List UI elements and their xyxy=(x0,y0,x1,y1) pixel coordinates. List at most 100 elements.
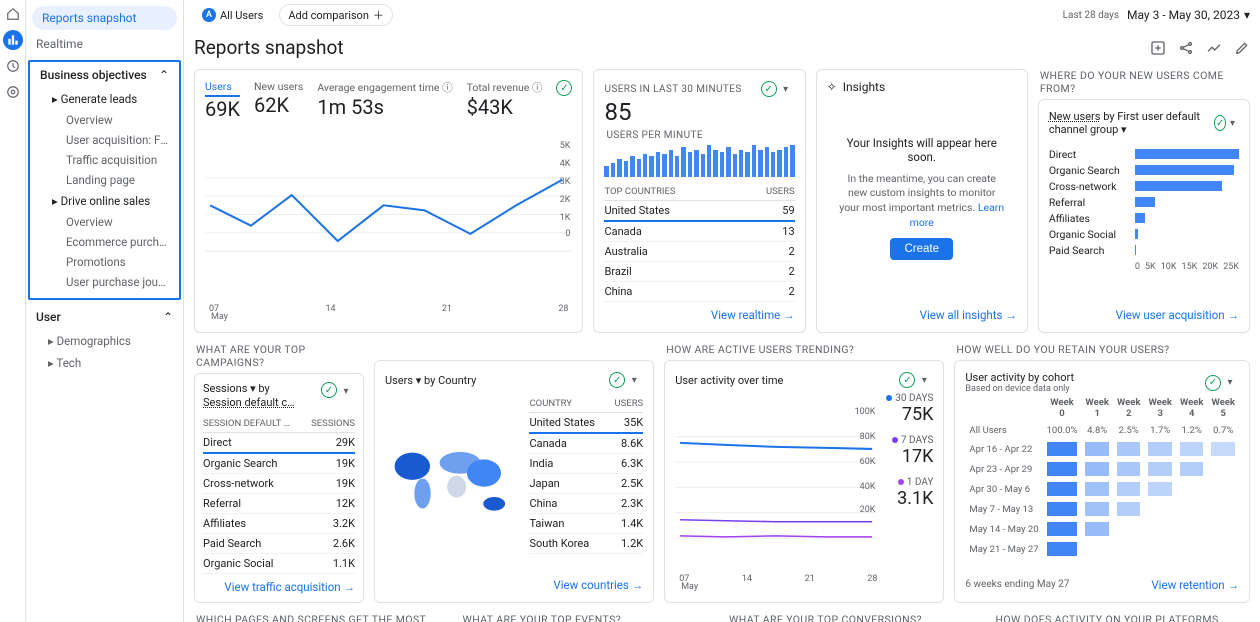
sidebar-dos-overview[interactable]: Overview xyxy=(30,212,179,232)
customize-icon[interactable] xyxy=(1150,40,1166,56)
icon-rail xyxy=(0,0,26,622)
share-icon[interactable] xyxy=(1178,40,1194,56)
table-row[interactable]: Paid Search2.6K xyxy=(203,534,355,554)
card-menu-button[interactable] xyxy=(625,371,643,389)
stat-users-label[interactable]: Users xyxy=(205,80,240,97)
home-icon[interactable] xyxy=(3,4,23,24)
table-row[interactable]: Australia2 xyxy=(604,242,794,262)
users-per-minute-chart xyxy=(604,145,794,177)
cohort-heatmap: Week 0Week 1Week 2Week 3Week 4Week 5All … xyxy=(965,394,1239,559)
sidebar-business-objectives[interactable]: Business objectives ⌃ xyxy=(30,62,179,88)
card-menu-button[interactable] xyxy=(337,382,355,400)
date-range-picker[interactable]: Last 28 days May 3 - May 30, 2023 ▾ xyxy=(1063,8,1250,22)
table-row[interactable]: Canada13 xyxy=(604,222,794,242)
sidebar-tech[interactable]: ▸ Tech xyxy=(26,352,183,374)
realtime-card: USERS IN LAST 30 MINUTES 85 USERS PER MI… xyxy=(593,69,805,333)
view-traffic-acquisition-link[interactable]: View traffic acquisition xyxy=(224,580,355,594)
page-title-row: Reports snapshot xyxy=(184,30,1260,69)
stat-engagement-label[interactable]: Average engagement time ⓘ xyxy=(317,80,452,95)
reports-icon[interactable] xyxy=(3,30,23,50)
overview-line-chart: 5K 4K 3K 2K 1K 0 xyxy=(205,129,572,302)
sidebar-gl-traffic-acq[interactable]: Traffic acquisition xyxy=(30,150,179,170)
chevron-up-icon: ⌃ xyxy=(163,310,173,324)
sidebar-user[interactable]: User ⌃ xyxy=(26,304,183,330)
sparkle-icon: ✧ xyxy=(827,80,837,94)
view-user-acquisition-link[interactable]: View user acquisition xyxy=(1116,308,1239,322)
table-row[interactable]: Japan2.5K xyxy=(529,474,643,494)
table-row[interactable]: Referral12K xyxy=(203,494,355,514)
table-row[interactable]: China2 xyxy=(604,282,794,302)
view-countries-link[interactable]: View countries xyxy=(553,578,643,592)
table-row[interactable]: Taiwan1.4K xyxy=(529,514,643,534)
cohort-card: User activity by cohort Based on device … xyxy=(954,360,1250,603)
page-title: Reports snapshot xyxy=(194,36,344,59)
sidebar-dos-promotions[interactable]: Promotions xyxy=(30,252,179,272)
table-row[interactable]: Brazil2 xyxy=(604,262,794,282)
sidebar-gl-landing[interactable]: Landing page xyxy=(30,170,179,190)
table-row[interactable]: Direct29K xyxy=(203,433,355,454)
explore-icon[interactable] xyxy=(3,56,23,76)
world-map xyxy=(385,395,521,572)
acquisition-card: New users by First user default channel … xyxy=(1038,99,1250,333)
sidebar-drive-online-sales[interactable]: ▸ Drive online sales xyxy=(30,190,179,212)
card-menu-button[interactable] xyxy=(777,80,795,98)
table-row[interactable]: Organic Search19K xyxy=(203,454,355,474)
bar-row: Organic Social xyxy=(1049,226,1239,242)
stat-newusers-label[interactable]: New users xyxy=(254,80,303,93)
bar-row: Affiliates xyxy=(1049,210,1239,226)
stat-revenue-label[interactable]: Total revenue ⓘ xyxy=(467,80,543,95)
sidebar-realtime[interactable]: Realtime xyxy=(26,32,183,56)
all-users-segment[interactable]: AAll Users xyxy=(194,6,271,24)
sidebar-demographics[interactable]: ▸ Demographics xyxy=(26,330,183,352)
insights-card: ✧ Insights Your Insights will appear her… xyxy=(816,69,1028,333)
bar-row: Referral xyxy=(1049,194,1239,210)
view-realtime-link[interactable]: View realtime xyxy=(711,308,795,322)
table-row[interactable]: South Korea1.2K xyxy=(529,534,643,554)
create-button[interactable]: Create xyxy=(890,238,953,260)
check-icon xyxy=(1214,115,1226,131)
check-icon xyxy=(609,372,625,388)
card-menu-button[interactable] xyxy=(915,371,933,389)
sidebar-gl-overview[interactable]: Overview xyxy=(30,110,179,130)
add-comparison-button[interactable]: Add comparison ＋ xyxy=(279,4,393,26)
user-trend-card: User activity over time 100K 80K xyxy=(664,360,944,603)
main-area: AAll Users Add comparison ＋ Last 28 days… xyxy=(184,0,1260,622)
countries-card: Users ▾ by Country COUNTRYUSERS United S… xyxy=(374,360,654,603)
check-icon xyxy=(761,81,777,97)
table-row[interactable]: United States35K xyxy=(529,413,643,434)
check-icon xyxy=(321,382,337,398)
bar-row: Direct xyxy=(1049,146,1239,162)
sidebar-reports-snapshot[interactable]: Reports snapshot xyxy=(32,6,177,30)
campaigns-card: Sessions ▾ bySession default c… SESSION … xyxy=(194,373,364,603)
trend-icon[interactable] xyxy=(1206,40,1222,56)
table-row[interactable]: Organic Social1.1K xyxy=(203,554,355,574)
bar-row: Paid Search xyxy=(1049,242,1239,258)
sidebar-generate-leads[interactable]: ▸ Generate leads xyxy=(30,88,179,110)
table-row[interactable]: Cross-network19K xyxy=(203,474,355,494)
table-row[interactable]: Affiliates3.2K xyxy=(203,514,355,534)
card-menu-button[interactable] xyxy=(1221,374,1239,392)
advertising-icon[interactable] xyxy=(3,82,23,102)
bar-row: Organic Search xyxy=(1049,162,1239,178)
new-users-bar-chart: DirectOrganic SearchCross-networkReferra… xyxy=(1049,146,1239,258)
table-row[interactable]: India6.3K xyxy=(529,454,643,474)
table-row[interactable]: China2.3K xyxy=(529,494,643,514)
sidebar-dos-journey[interactable]: User purchase journey xyxy=(30,272,179,292)
card-menu-button[interactable] xyxy=(1226,114,1239,132)
sidebar-gl-user-acq[interactable]: User acquisition: First user … xyxy=(30,130,179,150)
table-row[interactable]: United States59 xyxy=(604,201,794,222)
chevron-up-icon: ⌃ xyxy=(159,68,169,82)
view-all-insights-link[interactable]: View all insights xyxy=(920,308,1017,322)
topbar: AAll Users Add comparison ＋ Last 28 days… xyxy=(184,0,1260,30)
user-activity-line-chart: 100K 80K 60K 40K 20K xyxy=(675,393,877,572)
check-icon xyxy=(899,372,915,388)
edit-icon[interactable] xyxy=(1234,40,1250,56)
table-row[interactable]: Canada8.6K xyxy=(529,434,643,454)
overview-card: Users69K New users62K Average engagement… xyxy=(194,69,583,333)
sidebar-dos-ecom[interactable]: Ecommerce purchases xyxy=(30,232,179,252)
business-objectives-box: Business objectives ⌃ ▸ Generate leads O… xyxy=(28,60,181,300)
legend-item: 1 DAY3.1K xyxy=(883,477,933,509)
check-icon xyxy=(1205,375,1221,391)
view-retention-link[interactable]: View retention → xyxy=(1151,578,1239,592)
check-icon xyxy=(556,80,572,96)
